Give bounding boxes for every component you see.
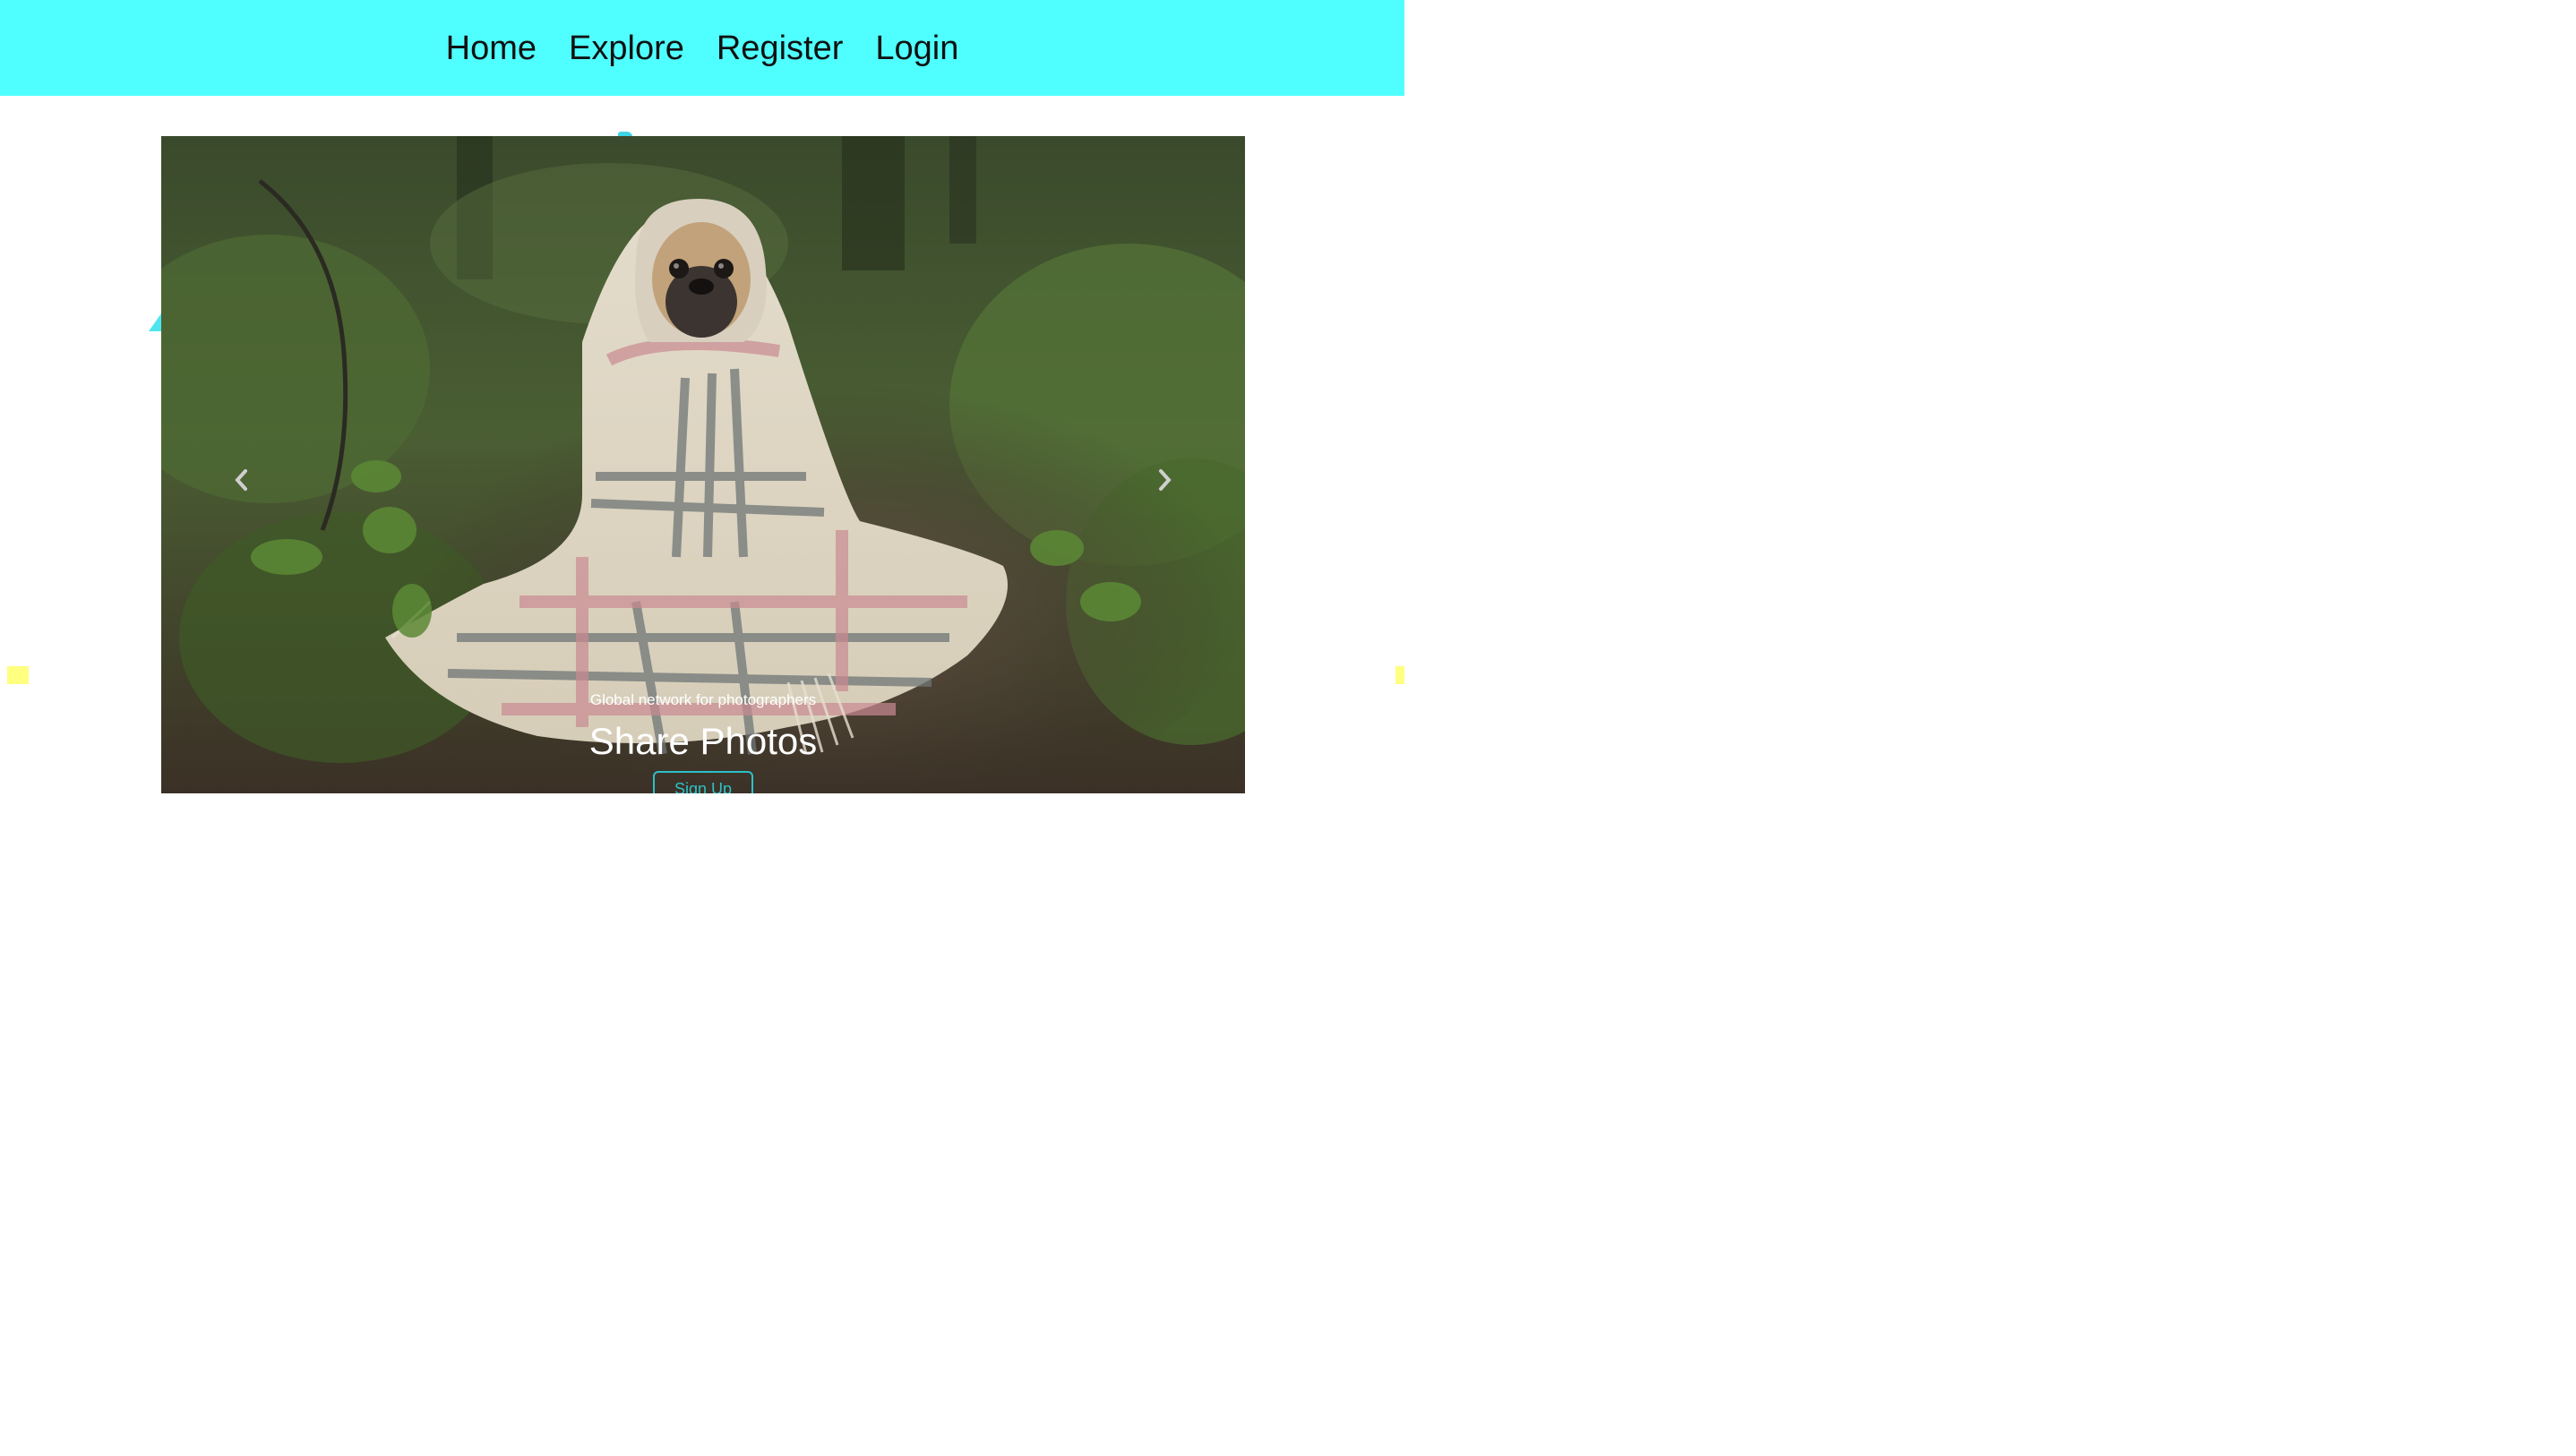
decorative-triangle [149, 313, 161, 331]
decorative-square-right [1395, 666, 1404, 684]
carousel-prev-button[interactable] [224, 462, 260, 498]
nav-register-link[interactable]: Register [717, 31, 844, 65]
hero-subtitle: Global network for photographers [589, 691, 817, 708]
hero-title: Share Photos [588, 720, 818, 762]
hero-carousel: Global network for photographers Share P… [161, 136, 1245, 793]
carousel-next-button[interactable] [1146, 462, 1182, 498]
chevron-left-icon [235, 469, 247, 491]
decorative-square-left [7, 666, 29, 684]
nav-login-link[interactable]: Login [875, 31, 958, 65]
chevron-right-icon [1159, 469, 1172, 491]
top-navbar: Home Explore Register Login [0, 0, 1404, 96]
nav-home-link[interactable]: Home [446, 31, 537, 65]
sign-up-button[interactable]: Sign Up [653, 771, 753, 793]
nav-explore-link[interactable]: Explore [569, 31, 684, 65]
